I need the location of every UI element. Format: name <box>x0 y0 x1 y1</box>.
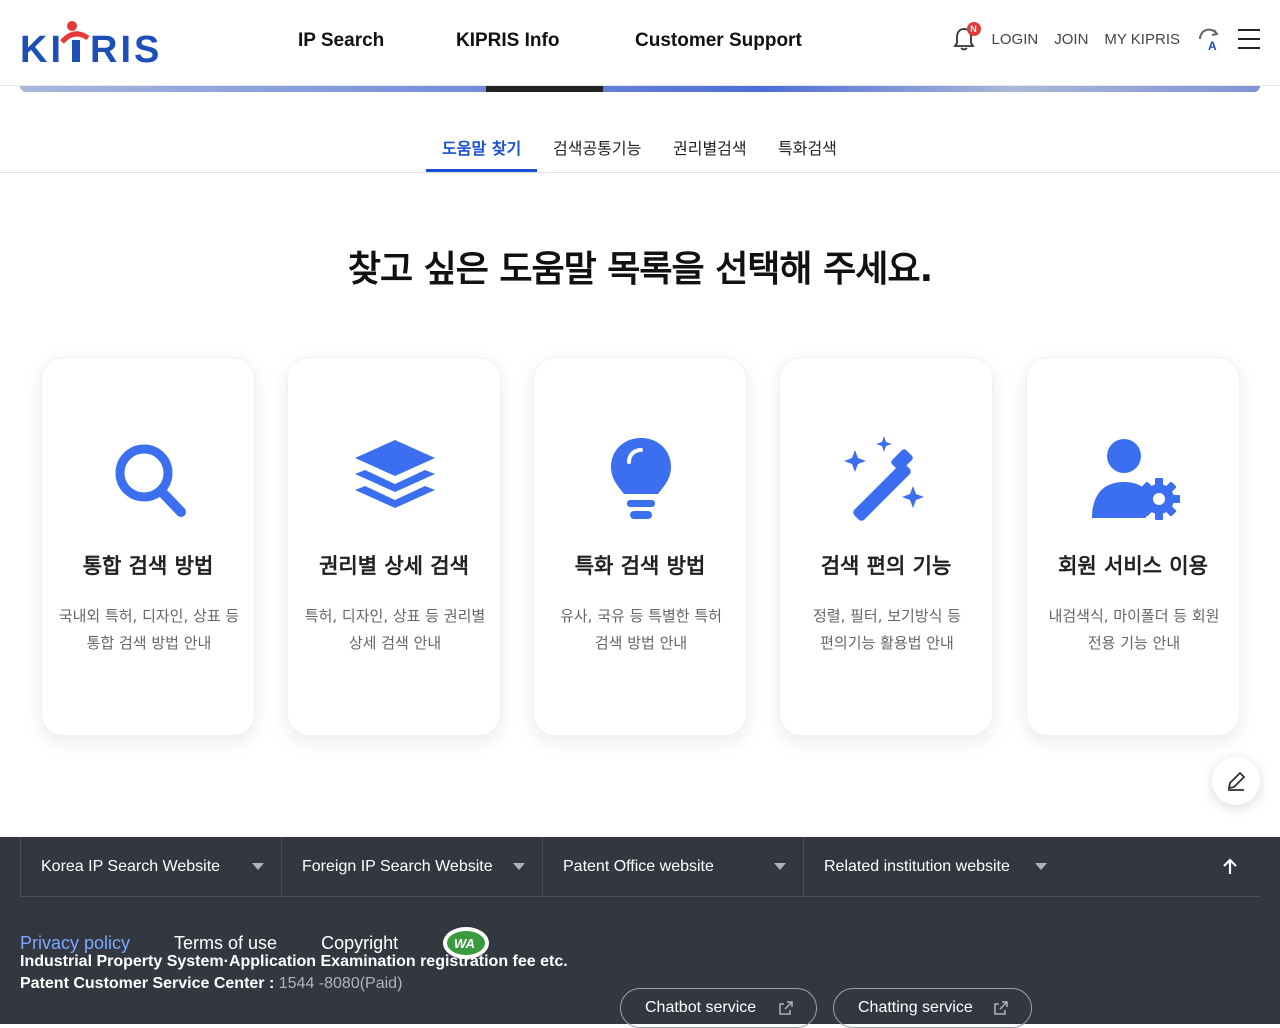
card-description: 유사, 국유 등 특별한 특허 검색 방법 안내 <box>542 603 740 657</box>
terms-of-use-link[interactable]: Terms of use <box>174 933 277 954</box>
translate-icon[interactable]: A <box>1196 26 1222 52</box>
kipris-logo[interactable]: KI RIS <box>20 20 180 66</box>
card-desc-line: 상세 검색 안내 <box>348 634 442 652</box>
caret-down-icon <box>1035 863 1047 870</box>
search-icon <box>115 444 186 517</box>
service-center-number: 1544 -8080(Paid) <box>278 975 403 992</box>
external-link-icon <box>779 1001 793 1015</box>
caret-down-icon <box>774 863 786 870</box>
card-description: 정렬, 필터, 보기방식 등 편의기능 활용법 안내 <box>788 603 986 657</box>
chatting-service-button[interactable]: Chatting service <box>833 988 1032 1028</box>
global-nav: IP Search KIPRIS Info Customer Support <box>298 30 802 52</box>
select-label: Patent Office website <box>563 858 714 875</box>
card-description: 특허, 디자인, 상표 등 권리별 상세 검색 안내 <box>296 603 494 657</box>
card-title: 회원 서비스 이용 <box>1058 554 1208 578</box>
tab-special-search[interactable]: 특화검색 <box>778 135 837 159</box>
card-desc-line: 편의기능 활용법 안내 <box>820 634 954 652</box>
card-title: 권리별 상세 검색 <box>319 554 469 578</box>
utility-menu: N LOGIN JOIN MY KIPRIS A <box>952 22 1260 52</box>
card-description: 내검색식, 마이폴더 등 회원 전용 기능 안내 <box>1035 603 1233 657</box>
lightbulb-icon <box>611 438 671 519</box>
card-description: 국내외 특허, 디자인, 상표 등 통합 검색 방법 안내 <box>50 603 248 657</box>
caret-down-icon <box>513 863 525 870</box>
card-desc-line: 특허, 디자인, 상표 등 권리별 <box>304 607 486 625</box>
chatbot-service-button[interactable]: Chatbot service <box>620 988 817 1028</box>
nav-ip-search[interactable]: IP Search <box>298 30 456 52</box>
card-desc-line: 국내외 특허, 디자인, 상표 등 <box>58 607 240 625</box>
footer-contact-info: Industrial Property System·Application E… <box>20 953 568 993</box>
arrow-up-icon <box>1223 858 1237 874</box>
active-tab-indicator <box>426 169 537 172</box>
visual-banner-indicator <box>486 86 603 92</box>
card-convenience-features[interactable]: 검색 편의 기능 정렬, 필터, 보기방식 등 편의기능 활용법 안내 <box>779 357 993 736</box>
caret-down-icon <box>252 863 264 870</box>
footer-info-line: Patent Customer Service Center : 1544 -8… <box>20 975 568 993</box>
select-label: Korea IP Search Website <box>41 858 221 875</box>
svg-text:WA: WA <box>454 936 475 951</box>
select-korea-ip-search[interactable]: Korea IP Search Website <box>20 837 281 897</box>
card-title: 통합 검색 방법 <box>82 554 214 578</box>
card-desc-line: 유사, 국유 등 특별한 특허 <box>560 607 722 625</box>
edit-icon <box>1227 771 1246 791</box>
tab-common-features[interactable]: 검색공통기능 <box>553 135 641 159</box>
site-header: KI RIS IP Search KIPRIS Info Customer Su… <box>0 0 1280 86</box>
user-gear-icon <box>1092 439 1180 520</box>
card-member-services[interactable]: 회원 서비스 이용 내검색식, 마이폴더 등 회원 전용 기능 안내 <box>1026 357 1240 736</box>
scroll-to-top-button[interactable] <box>1200 837 1260 897</box>
service-center-label: Patent Customer Service Center : <box>20 975 279 992</box>
related-sites-bar: Korea IP Search Website Foreign IP Searc… <box>20 837 1260 897</box>
svg-text:RIS: RIS <box>90 29 162 66</box>
card-desc-line: 통합 검색 방법 안내 <box>86 634 212 652</box>
card-special-search[interactable]: 특화 검색 방법 유사, 국유 등 특별한 특허 검색 방법 안내 <box>533 357 747 736</box>
select-foreign-ip-search[interactable]: Foreign IP Search Website <box>281 837 542 897</box>
svg-text:KI: KI <box>20 29 64 66</box>
select-patent-office[interactable]: Patent Office website <box>542 837 803 897</box>
page-headline: 찾고 싶은 도움말 목록을 선택해 주세요. <box>347 249 933 290</box>
card-title: 특화 검색 방법 <box>574 554 706 578</box>
card-desc-line: 전용 기능 안내 <box>1087 634 1181 652</box>
card-rights-detail-search[interactable]: 권리별 상세 검색 특허, 디자인, 상표 등 권리별 상세 검색 안내 <box>287 357 501 736</box>
select-label: Foreign IP Search Website <box>302 858 493 875</box>
help-tabs: 도움말 찾기 검색공통기능 권리별검색 특화검색 <box>0 123 1280 173</box>
copyright-link[interactable]: Copyright <box>321 933 398 954</box>
join-link[interactable]: JOIN <box>1054 31 1088 48</box>
menu-hamburger-icon[interactable] <box>1238 29 1260 49</box>
card-title: 검색 편의 기능 <box>820 554 952 578</box>
select-label: Related institution website <box>824 858 1010 875</box>
notification-button[interactable]: N <box>952 22 981 52</box>
login-link[interactable]: LOGIN <box>992 31 1039 48</box>
card-desc-line: 정렬, 필터, 보기방식 등 <box>812 607 962 625</box>
footer-info-line: Industrial Property System·Application E… <box>20 953 568 970</box>
external-link-icon <box>994 1001 1008 1015</box>
chatting-label: Chatting service <box>858 999 973 1016</box>
visual-banner-strip <box>20 86 1260 92</box>
notification-badge: N <box>966 22 981 36</box>
my-kipris-link[interactable]: MY KIPRIS <box>1104 31 1180 48</box>
nav-customer-support[interactable]: Customer Support <box>635 30 802 52</box>
svg-text:A: A <box>1208 39 1217 52</box>
tab-help-search[interactable]: 도움말 찾기 <box>442 135 521 159</box>
select-related-institution[interactable]: Related institution website <box>803 837 1064 897</box>
layers-icon <box>355 440 435 508</box>
chatbot-label: Chatbot service <box>645 999 757 1016</box>
card-integrated-search[interactable]: 통합 검색 방법 국내외 특허, 디자인, 상표 등 통합 검색 방법 안내 <box>41 357 255 736</box>
magic-wand-icon <box>844 436 924 521</box>
card-desc-line: 검색 방법 안내 <box>594 634 688 652</box>
card-desc-line: 내검색식, 마이폴더 등 회원 <box>1048 607 1220 625</box>
feedback-edit-button[interactable] <box>1212 757 1260 805</box>
tab-rights-search[interactable]: 권리별검색 <box>673 135 747 159</box>
privacy-policy-link[interactable]: Privacy policy <box>20 933 130 954</box>
nav-kipris-info[interactable]: KIPRIS Info <box>456 30 635 52</box>
